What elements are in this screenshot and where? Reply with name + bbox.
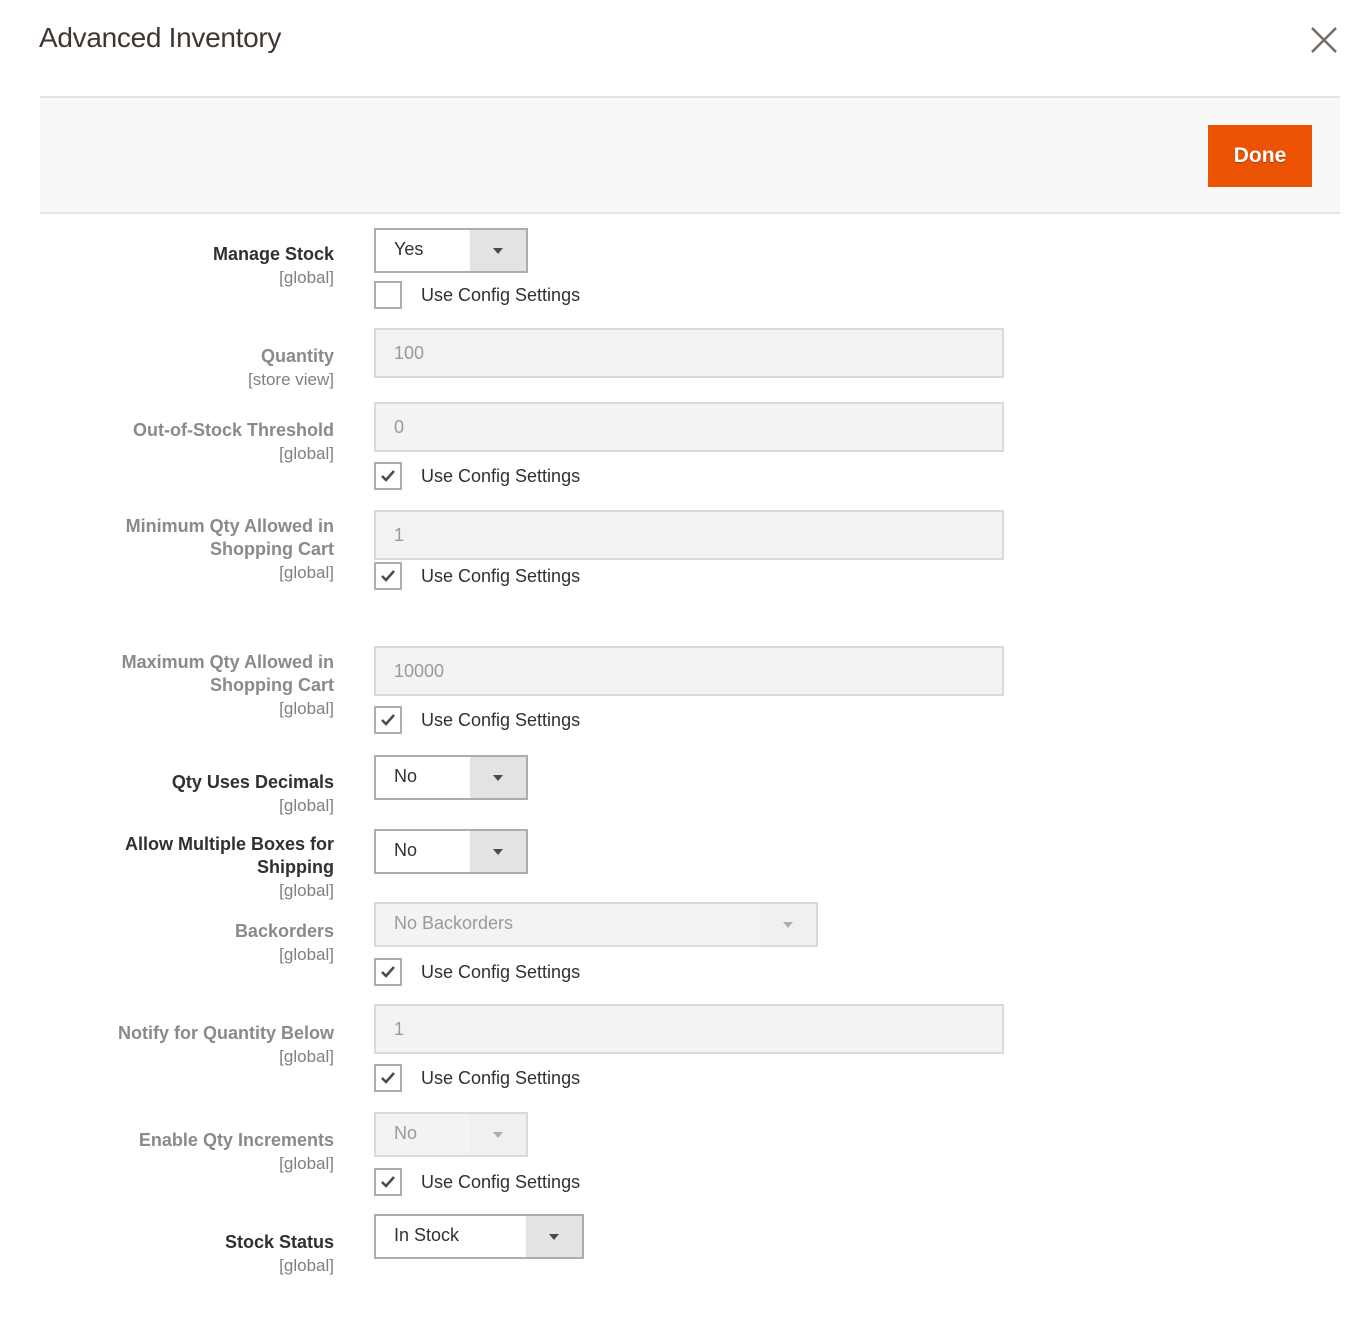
chevron-down-icon (783, 921, 793, 928)
close-button[interactable] (1306, 22, 1342, 58)
scope-label: [global] (279, 945, 334, 964)
max-qty-use-config[interactable]: Use Config Settings (374, 706, 580, 734)
out-of-stock-threshold-input[interactable]: 0 (374, 402, 1004, 452)
checkbox-label: Use Config Settings (421, 1067, 581, 1088)
checkbox-checked[interactable] (374, 958, 402, 986)
checkmark-icon (381, 1072, 395, 1084)
notify-qty-below-input[interactable]: 1 (374, 1004, 1004, 1054)
stock-status-select[interactable]: In Stock (374, 1214, 584, 1259)
checkbox-label: Use Config Settings (421, 465, 581, 486)
chevron-down-icon (549, 1233, 559, 1240)
scope-label: [global] (279, 444, 334, 463)
field-label-line2: Shopping Cart (210, 539, 334, 559)
checkbox-checked[interactable] (374, 562, 402, 590)
scope-label: [global] (279, 1047, 334, 1066)
field-label: Notify for Quantity Below (118, 1023, 334, 1043)
chevron-down-icon (493, 848, 503, 855)
field-label: Quantity (260, 346, 334, 366)
checkbox[interactable] (374, 281, 402, 309)
select-value: In Stock (394, 1225, 460, 1245)
modal-title: Advanced Inventory (39, 22, 282, 53)
scope-label: [global] (279, 268, 334, 287)
scope-label: [global] (279, 1154, 334, 1173)
field-label: Enable Qty Increments (138, 1130, 334, 1150)
field-label: Stock Status (224, 1232, 334, 1252)
checkbox-checked[interactable] (374, 1064, 402, 1092)
field-label-line2: Shipping (257, 857, 334, 877)
field-label: Backorders (234, 921, 334, 941)
field-backorders: Backorders [global] No Backorders Use Co… (0, 902, 1366, 986)
max-qty-input[interactable]: 10000 (374, 646, 1004, 696)
allow-multiple-boxes-select[interactable]: No (374, 829, 528, 874)
field-stock-status: Stock Status [global] In Stock (0, 1214, 1366, 1275)
min-qty-input[interactable]: 1 (374, 510, 1004, 560)
checkbox-label: Use Config Settings (421, 565, 581, 586)
field-enable-qty-increments: Enable Qty Increments [global] No Use Co… (0, 1112, 1366, 1196)
qty-uses-decimals-select[interactable]: No (374, 755, 528, 800)
scope-label: [global] (279, 1256, 334, 1275)
checkbox-label: Use Config Settings (421, 709, 581, 730)
backorders-use-config[interactable]: Use Config Settings (374, 958, 580, 986)
manage-stock-select[interactable]: Yes (374, 228, 528, 273)
scope-label: [store view] (248, 370, 334, 389)
checkmark-icon (381, 714, 395, 726)
select-value: Yes (394, 239, 424, 259)
checkmark-icon (381, 470, 395, 482)
checkbox-label: Use Config Settings (421, 284, 581, 305)
scope-label: [global] (279, 699, 334, 718)
checkbox-label: Use Config Settings (421, 961, 581, 982)
scope-label: [global] (279, 796, 334, 815)
checkmark-icon (381, 1176, 395, 1188)
checkbox-checked[interactable] (374, 1168, 402, 1196)
chevron-down-icon (493, 247, 503, 254)
backorders-select[interactable]: No Backorders (374, 902, 818, 947)
select-value: No (394, 766, 418, 786)
field-label: Maximum Qty Allowed in (121, 652, 334, 672)
quantity-input[interactable]: 100 (374, 328, 1004, 378)
scope-label: [global] (279, 563, 334, 582)
modal-toolbar: Done (40, 96, 1340, 214)
close-icon (1311, 27, 1337, 53)
select-value: No (394, 840, 418, 860)
field-label: Out-of-Stock Threshold (133, 420, 334, 440)
field-qty-uses-decimals: Qty Uses Decimals [global] No (0, 755, 1366, 815)
field-label: Qty Uses Decimals (171, 772, 334, 792)
checkmark-icon (381, 570, 395, 582)
chevron-down-icon (493, 774, 503, 781)
field-label-line2: Shopping Cart (210, 675, 334, 695)
min-qty-use-config[interactable]: Use Config Settings (374, 562, 580, 590)
field-label: Minimum Qty Allowed in (125, 516, 334, 536)
field-manage-stock: Manage Stock [global] Yes Use Config Set… (0, 228, 1366, 309)
manage-stock-use-config[interactable]: Use Config Settings (374, 281, 580, 309)
checkbox-label: Use Config Settings (421, 1171, 581, 1192)
checkmark-icon (381, 966, 395, 978)
checkbox-checked[interactable] (374, 462, 402, 490)
checkbox-checked[interactable] (374, 706, 402, 734)
notify-qty-below-use-config[interactable]: Use Config Settings (374, 1064, 580, 1092)
enable-qty-increments-use-config[interactable]: Use Config Settings (374, 1168, 580, 1196)
scope-label: [global] (279, 881, 334, 900)
chevron-down-icon (493, 1131, 503, 1138)
field-allow-multiple-boxes: Allow Multiple Boxes for Shipping [globa… (0, 829, 1366, 900)
field-label: Manage Stock (212, 244, 334, 264)
done-button[interactable]: Done (1208, 125, 1312, 187)
select-value: No (394, 1123, 418, 1143)
select-value: No Backorders (394, 913, 514, 933)
out-of-stock-threshold-use-config[interactable]: Use Config Settings (374, 462, 580, 490)
enable-qty-increments-select[interactable]: No (374, 1112, 528, 1157)
field-label: Allow Multiple Boxes for (124, 834, 334, 854)
